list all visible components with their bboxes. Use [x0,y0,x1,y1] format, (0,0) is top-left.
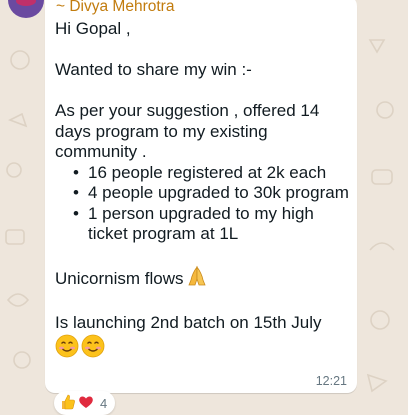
reaction-count: 4 [100,395,108,411]
unicornism-line: Unicornism flows [55,265,350,293]
smiling-face-icon [81,334,105,364]
list-item: 4 people upgraded to 30k program [73,183,350,204]
message-bubble[interactable]: ~ Divya Mehrotra Hi Gopal , Wanted to sh… [45,0,357,393]
intro-line: Wanted to share my win :- [55,60,252,79]
reactions-pill[interactable]: 4 [54,391,116,415]
message-text: Hi Gopal , Wanted to share my win :- As … [55,19,350,363]
sender-name[interactable]: ~ Divya Mehrotra [56,0,174,16]
smiling-face-icon [55,334,79,364]
unicornism-text: Unicornism flows [55,269,184,288]
smiley-row [55,334,350,364]
suggestion-paragraph: As per your suggestion , offered 14 days… [55,101,320,161]
thumbs-up-icon [60,394,76,413]
folded-hands-icon [187,265,207,293]
greeting-line: Hi Gopal , [55,19,131,38]
message-timestamp: 12:21 [315,374,347,388]
launching-line: Is launching 2nd batch on 15th July [55,313,322,332]
list-item: 1 person upgraded to my high ticket prog… [73,204,350,245]
heart-icon [78,394,94,413]
list-item: 16 people registered at 2k each [73,163,350,184]
results-list: 16 people registered at 2k each 4 people… [55,163,350,245]
